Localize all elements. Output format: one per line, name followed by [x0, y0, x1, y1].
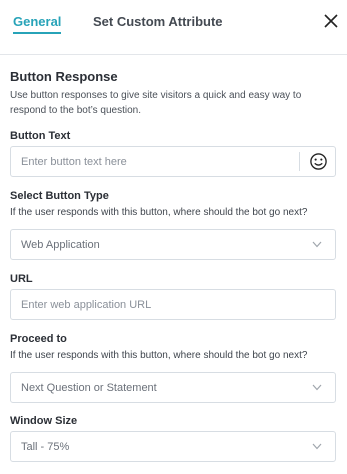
- chevron-down-icon: [312, 384, 322, 391]
- proceed-to-select[interactable]: Next Question or Statement: [10, 372, 336, 403]
- button-type-selected: Web Application: [21, 239, 100, 251]
- proceed-to-help: If the user responds with this button, w…: [10, 350, 308, 361]
- tab-set-custom-attribute[interactable]: Set Custom Attribute: [93, 14, 223, 29]
- close-icon[interactable]: [324, 14, 338, 28]
- button-response-section: Button Response Use button responses to …: [10, 69, 337, 118]
- url-placeholder: Enter web application URL: [21, 299, 152, 311]
- window-size-selected: Tall - 75%: [21, 441, 70, 453]
- section-description: Use button responses to give site visito…: [10, 90, 302, 116]
- select-button-type-help: If the user responds with this button, w…: [10, 207, 308, 218]
- url-label: URL: [10, 273, 33, 285]
- button-text-placeholder: Enter button text here: [21, 156, 127, 168]
- button-text-label: Button Text: [10, 130, 71, 142]
- proceed-to-label: Proceed to: [10, 333, 67, 345]
- proceed-to-selected: Next Question or Statement: [21, 382, 157, 394]
- input-divider: [299, 152, 300, 171]
- button-type-select[interactable]: Web Application: [10, 229, 336, 260]
- tab-general[interactable]: General: [13, 14, 62, 34]
- select-button-type-label: Select Button Type: [10, 190, 109, 202]
- window-size-select[interactable]: Tall - 75%: [10, 431, 336, 462]
- smiley-icon[interactable]: [309, 152, 328, 171]
- window-size-label: Window Size: [10, 415, 78, 427]
- tab-bar: General Set Custom Attribute: [0, 0, 347, 55]
- chevron-down-icon: [312, 443, 322, 450]
- chevron-down-icon: [312, 241, 322, 248]
- button-text-input[interactable]: Enter button text here: [10, 146, 336, 177]
- section-title: Button Response: [10, 69, 118, 84]
- url-input[interactable]: Enter web application URL: [10, 289, 336, 320]
